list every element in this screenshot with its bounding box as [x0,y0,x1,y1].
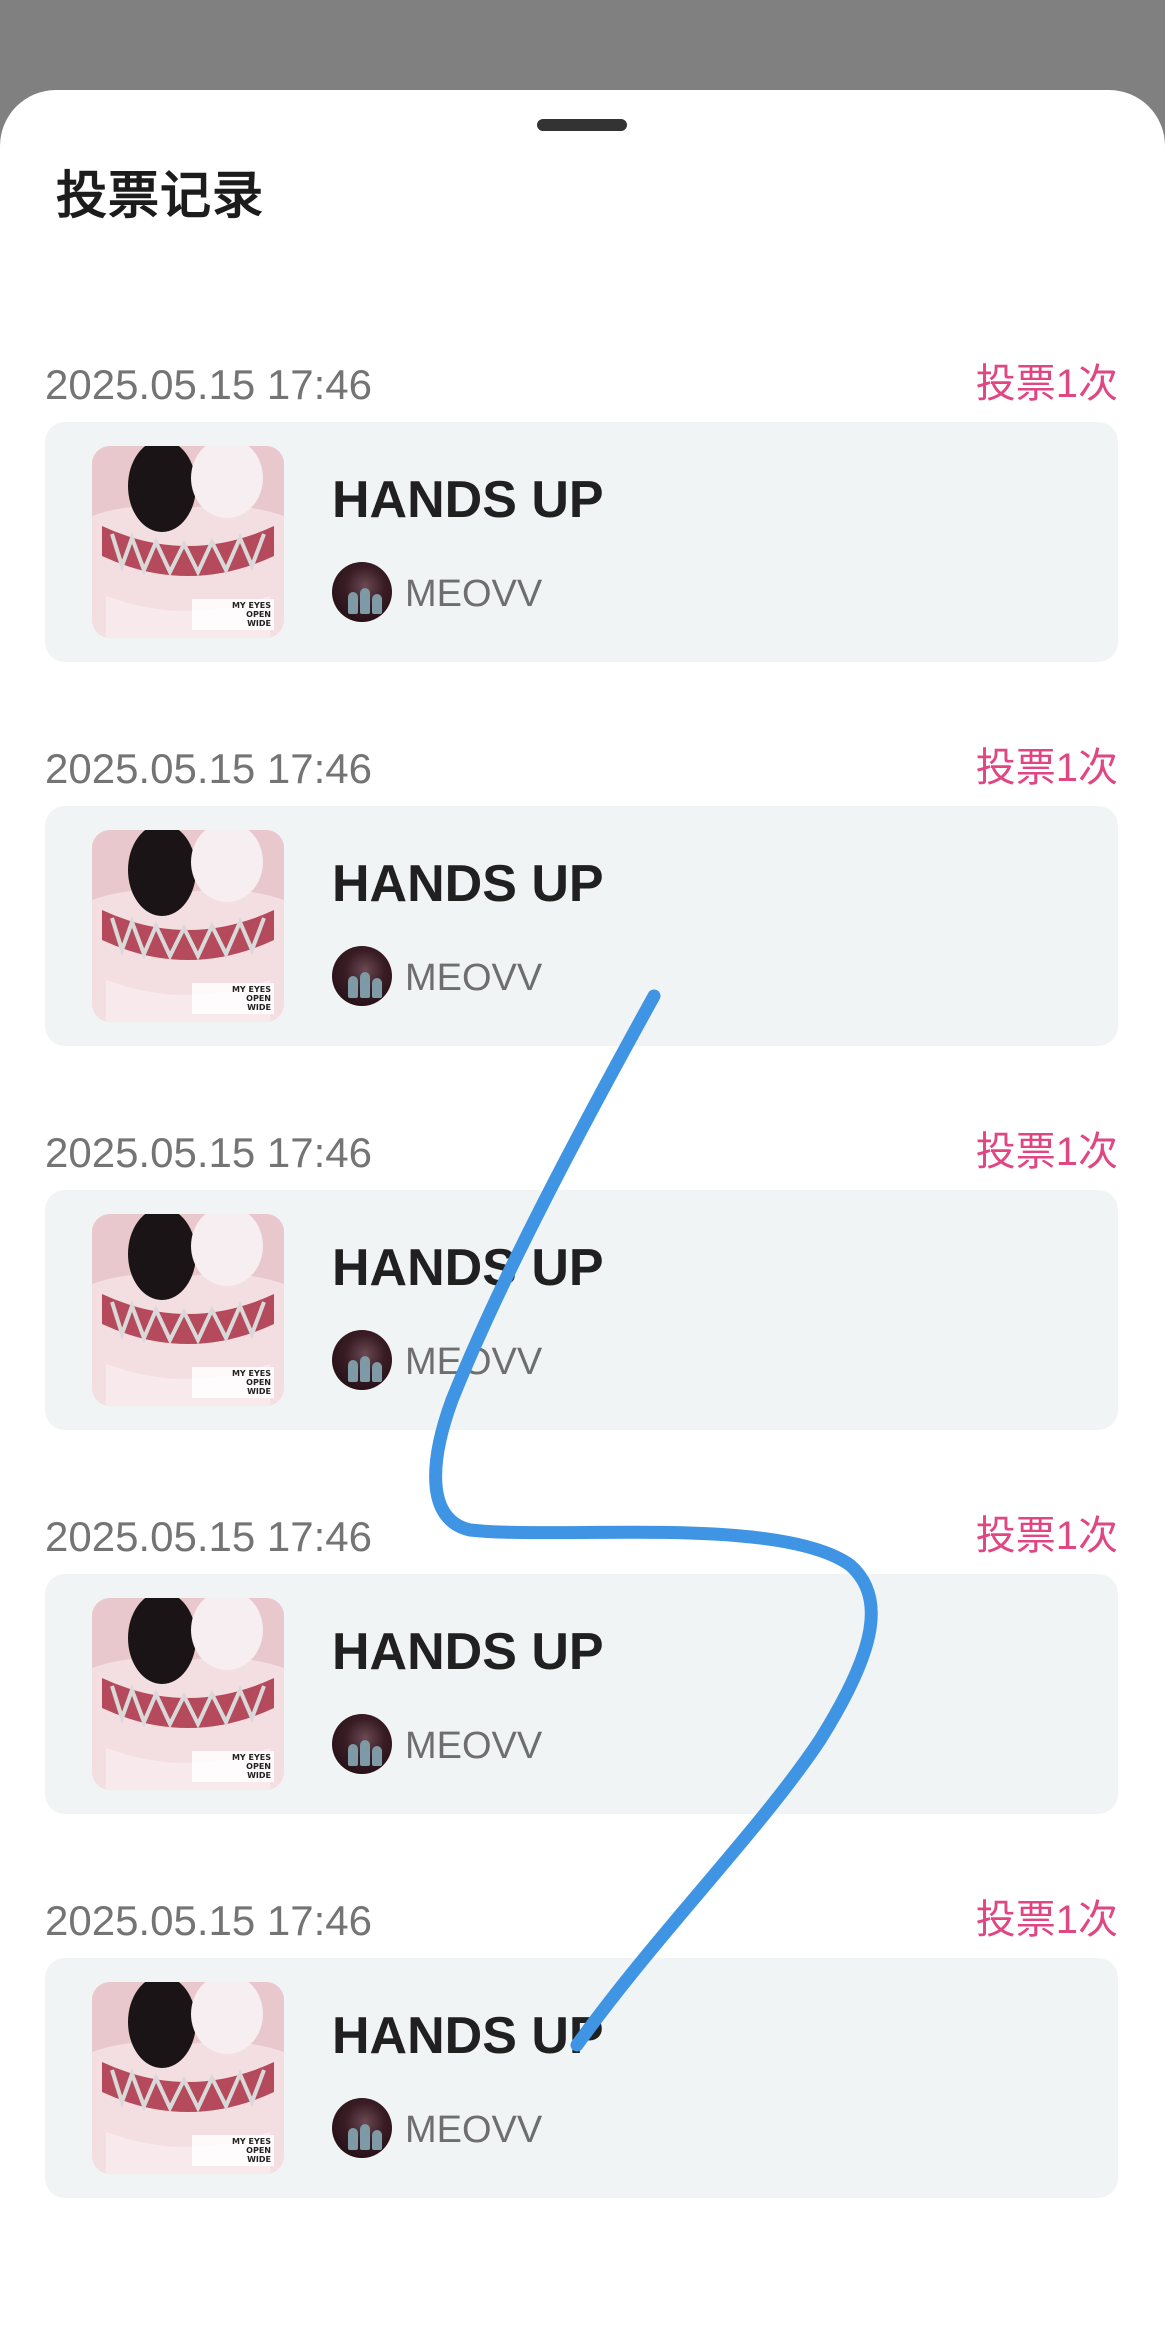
vote-record: 2025.05.15 17:46 投票1次 MY EYES OPEN WIDE [45,726,1118,1110]
record-header: 2025.05.15 17:46 投票1次 [45,1494,1118,1574]
cover-caption: MY EYES OPEN WIDE [192,1367,274,1398]
song-title: HANDS UP [332,471,604,529]
song-title: HANDS UP [332,855,604,913]
artist-avatar [332,562,392,622]
record-header: 2025.05.15 17:46 投票1次 [45,1110,1118,1190]
album-cover-image: MY EYES OPEN WIDE [92,446,284,638]
album-cover-image: MY EYES OPEN WIDE [92,1214,284,1406]
artist-name: MEOVV [405,1725,543,1767]
artist-avatar [332,2098,392,2158]
album-cover-image: MY EYES OPEN WIDE [92,1598,284,1790]
vote-record: 2025.05.15 17:46 投票1次 MY EYES OPEN WIDE [45,1110,1118,1494]
page-title: 投票记录 [56,167,265,224]
vote-count-label: 投票1次 [975,1898,1118,1942]
vote-record: 2025.05.15 17:46 投票1次 MY EYES OPEN WIDE [45,1494,1118,1878]
artist-name: MEOVV [405,573,543,615]
song-title: HANDS UP [332,1623,604,1681]
record-header: 2025.05.15 17:46 投票1次 [45,1878,1118,1958]
vote-record: 2025.05.15 17:46 投票1次 MY EYES OPEN WIDE [45,1878,1118,2262]
artist-name: MEOVV [405,1341,543,1383]
record-timestamp: 2025.05.15 17:46 [45,1129,372,1176]
artist-avatar [332,1330,392,1390]
cover-caption: MY EYES OPEN WIDE [192,2135,274,2166]
vote-record: 2025.05.15 17:46 投票1次 MY EYES OPEN WIDE [45,342,1118,726]
record-timestamp: 2025.05.15 17:46 [45,1513,372,1560]
cover-caption: MY EYES OPEN WIDE [192,599,274,630]
record-timestamp: 2025.05.15 17:46 [45,1897,372,1944]
artist-avatar [332,1714,392,1774]
artist-avatar [332,946,392,1006]
cover-caption: MY EYES OPEN WIDE [192,983,274,1014]
record-header: 2025.05.15 17:46 投票1次 [45,342,1118,422]
vote-count-label: 投票1次 [975,1130,1118,1174]
song-title: HANDS UP [332,2007,604,2065]
artist-name: MEOVV [405,2109,543,2151]
song-card[interactable]: MY EYES OPEN WIDE HANDS UP MEOVV [45,1958,1118,2198]
record-timestamp: 2025.05.15 17:46 [45,745,372,792]
record-header: 2025.05.15 17:46 投票1次 [45,726,1118,806]
vote-record-list[interactable]: 2025.05.15 17:46 投票1次 MY EYES OPEN WIDE [45,342,1118,2262]
sheet-grabber-handle[interactable] [537,119,627,131]
song-card[interactable]: MY EYES OPEN WIDE HANDS UP MEOVV [45,1190,1118,1430]
song-card[interactable]: MY EYES OPEN WIDE HANDS UP MEOVV [45,422,1118,662]
song-title: HANDS UP [332,1239,604,1297]
album-cover-image: MY EYES OPEN WIDE [92,1982,284,2174]
vote-count-label: 投票1次 [975,362,1118,406]
album-cover-image: MY EYES OPEN WIDE [92,830,284,1022]
song-card[interactable]: MY EYES OPEN WIDE HANDS UP MEOVV [45,1574,1118,1814]
cover-caption: MY EYES OPEN WIDE [192,1751,274,1782]
record-timestamp: 2025.05.15 17:46 [45,361,372,408]
vote-count-label: 投票1次 [975,746,1118,790]
song-card[interactable]: MY EYES OPEN WIDE HANDS UP MEOVV [45,806,1118,1046]
vote-count-label: 投票1次 [975,1514,1118,1558]
artist-name: MEOVV [405,957,543,999]
